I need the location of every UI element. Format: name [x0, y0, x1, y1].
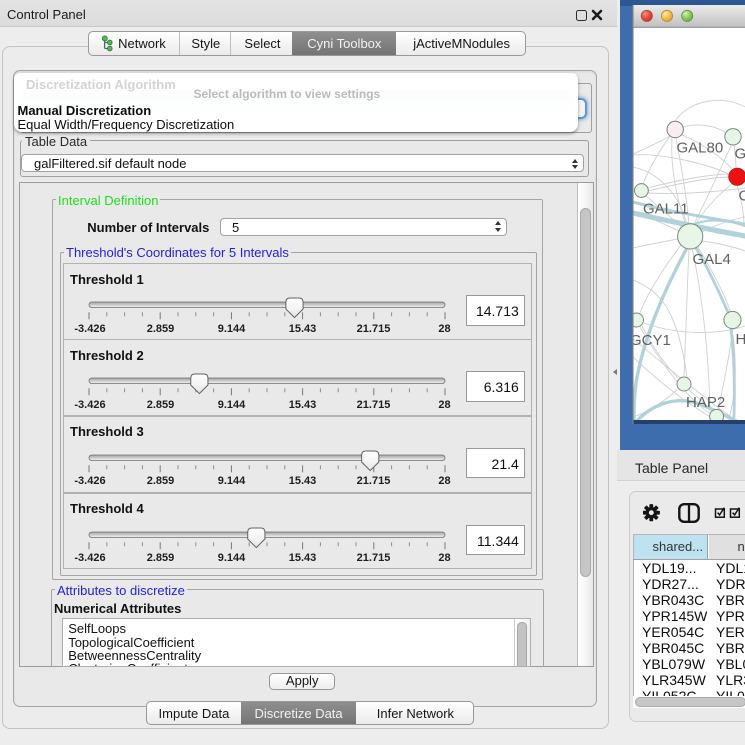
svg-text:GAL11: GAL11	[643, 201, 689, 218]
svg-text:GAL: GAL	[735, 146, 745, 163]
svg-text:C: C	[739, 188, 745, 205]
svg-text:GAL4: GAL4	[693, 251, 731, 268]
svg-text:H: H	[736, 331, 745, 348]
svg-text:GAL80: GAL80	[677, 140, 724, 157]
svg-text:GCY1: GCY1	[632, 332, 671, 349]
svg-text:HAP2: HAP2	[686, 394, 725, 411]
